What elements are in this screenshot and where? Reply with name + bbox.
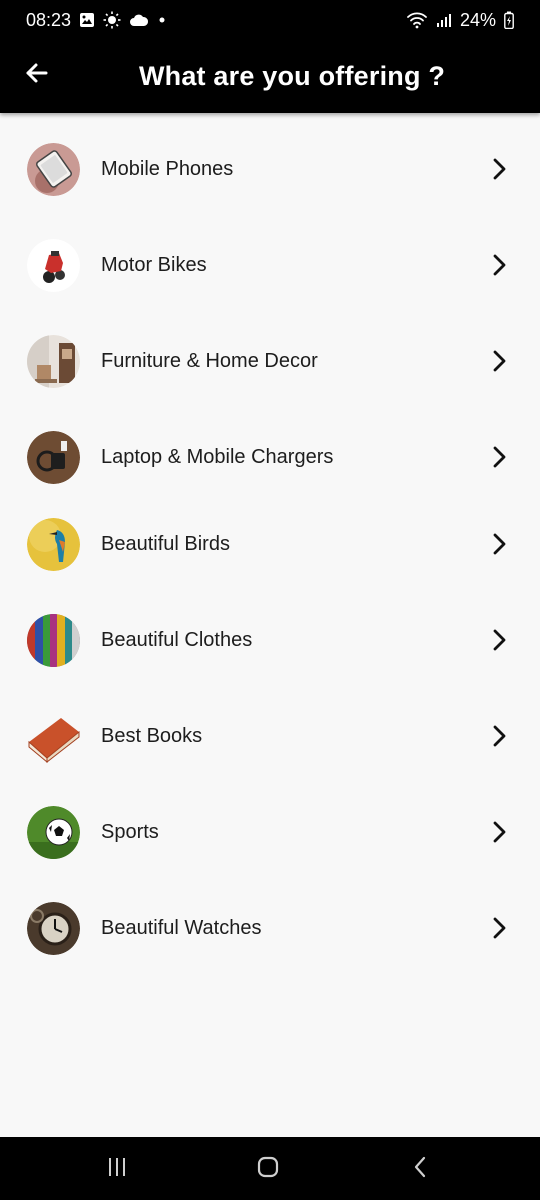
category-item-chargers[interactable]: Laptop & Mobile Chargers	[0, 413, 540, 501]
chevron-right-icon	[486, 723, 512, 749]
recent-apps-button[interactable]	[87, 1151, 147, 1187]
chevron-right-icon	[486, 348, 512, 374]
charger-icon	[27, 430, 80, 484]
category-item-books[interactable]: Best Books	[0, 692, 540, 780]
notification-dot-icon	[157, 15, 167, 25]
gallery-icon	[79, 12, 95, 28]
mobile-phone-icon	[27, 142, 80, 196]
category-label: Sports	[101, 820, 159, 843]
cloud-icon	[129, 13, 149, 27]
recent-apps-icon	[105, 1156, 129, 1183]
chevron-right-icon	[486, 252, 512, 278]
clothes-icon	[27, 613, 80, 667]
status-right: 24%	[406, 10, 514, 31]
furniture-icon	[27, 334, 80, 388]
battery-charging-icon	[504, 11, 514, 29]
chevron-right-icon	[486, 627, 512, 653]
category-label: Mobile Phones	[101, 157, 234, 180]
status-bar: 08:23 24%	[0, 0, 540, 40]
signal-icon	[436, 12, 452, 28]
chevron-right-icon	[486, 819, 512, 845]
wifi-icon	[406, 11, 428, 29]
back-button[interactable]	[14, 52, 60, 98]
category-label: Best Books	[101, 724, 203, 747]
brightness-icon	[103, 11, 121, 29]
category-label: Beautiful Clothes	[101, 628, 253, 651]
motor-bike-icon	[27, 238, 80, 292]
category-label: Furniture & Home Decor	[101, 349, 318, 372]
category-item-watches[interactable]: Beautiful Watches	[0, 884, 540, 972]
category-item-clothes[interactable]: Beautiful Clothes	[0, 596, 540, 684]
category-label: Laptop & Mobile Chargers	[101, 445, 334, 468]
chevron-right-icon	[486, 156, 512, 182]
category-item-sports[interactable]: Sports	[0, 788, 540, 876]
page-title: What are you offering ?	[138, 61, 446, 91]
bird-icon	[27, 517, 80, 571]
arrow-left-icon	[24, 60, 50, 91]
status-time: 08:23	[26, 9, 72, 30]
category-label: Beautiful Birds	[101, 532, 230, 555]
system-back-button[interactable]	[390, 1151, 450, 1187]
category-label: Motor Bikes	[101, 253, 207, 276]
battery-percent: 24%	[459, 9, 496, 30]
category-item-mobile-phones[interactable]: Mobile Phones	[0, 125, 540, 213]
category-item-furniture[interactable]: Furniture & Home Decor	[0, 317, 540, 405]
status-left: 08:23	[26, 10, 167, 31]
home-button[interactable]	[238, 1151, 298, 1187]
chevron-right-icon	[486, 531, 512, 557]
book-icon	[27, 710, 80, 763]
category-item-motor-bikes[interactable]: Motor Bikes	[0, 221, 540, 309]
category-item-birds[interactable]: Beautiful Birds	[0, 500, 540, 588]
screen: 08:23 24% What are you offering ? Mobile…	[0, 0, 540, 1200]
category-label: Beautiful Watches	[101, 916, 262, 939]
system-nav-bar	[0, 1137, 540, 1200]
watch-icon	[27, 901, 80, 955]
chevron-right-icon	[486, 444, 512, 470]
soccer-ball-icon	[27, 805, 80, 859]
chevron-left-icon	[412, 1155, 428, 1184]
chevron-right-icon	[486, 915, 512, 941]
app-bar: What are you offering ?	[0, 40, 540, 113]
home-icon	[256, 1155, 280, 1184]
